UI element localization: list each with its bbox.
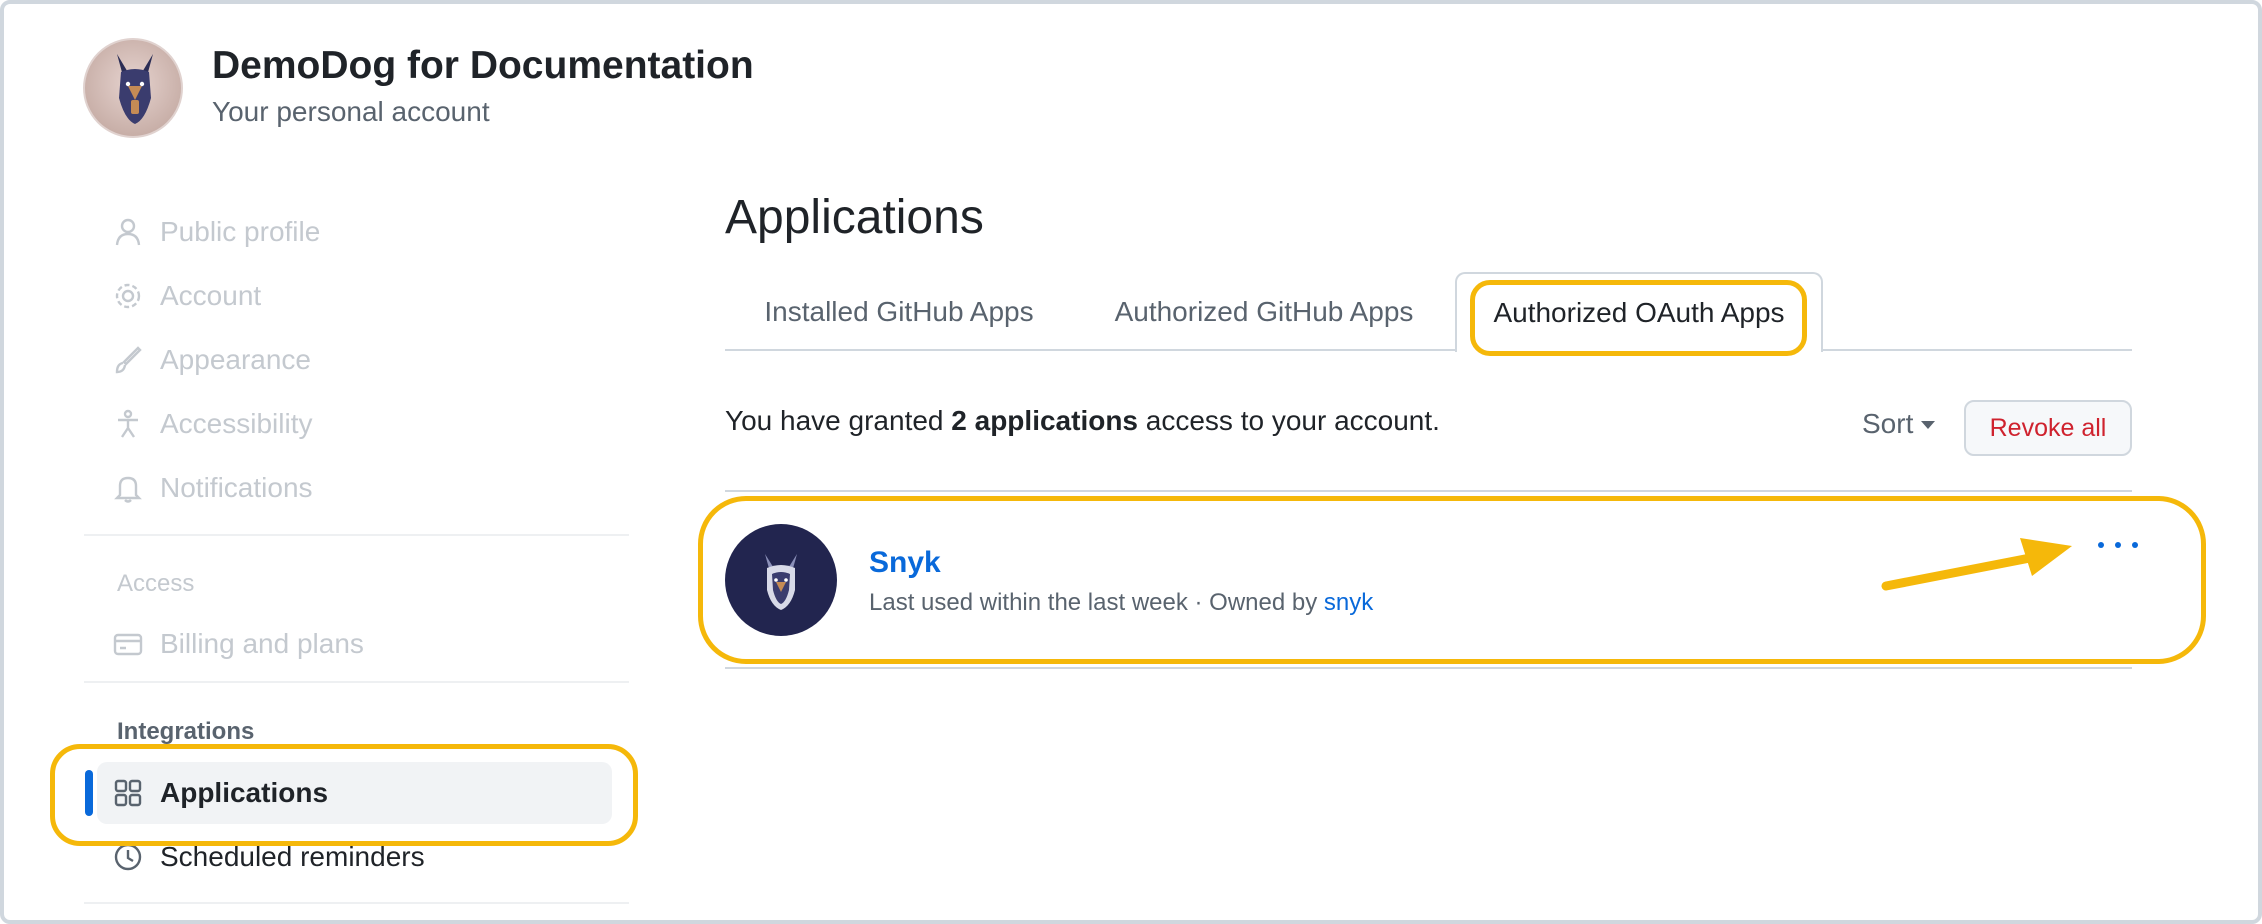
- kebab-dot: [2132, 542, 2138, 548]
- granted-summary: You have granted 2 applications access t…: [725, 405, 1440, 437]
- account-type-label: Your personal account: [212, 96, 490, 127]
- clock-icon: [114, 843, 142, 871]
- revoke-all-button[interactable]: Revoke all: [1964, 400, 2132, 456]
- sidebar-item-scheduled-reminders[interactable]: Scheduled reminders: [112, 835, 425, 879]
- active-item-indicator: [85, 770, 93, 816]
- sort-dropdown[interactable]: Sort: [1862, 408, 1936, 440]
- page-title: Applications: [725, 191, 984, 244]
- list-divider-top: [725, 490, 2132, 492]
- sidebar-divider: [84, 534, 629, 536]
- sidebar-divider: [84, 902, 629, 904]
- more-options-icon[interactable]: [2098, 530, 2138, 560]
- sidebar-item-label: Billing and plans: [160, 628, 364, 659]
- sidebar-item-label: Appearance: [160, 344, 312, 375]
- sidebar-item-billing[interactable]: Billing and plans: [112, 622, 364, 666]
- sidebar-divider: [84, 681, 629, 683]
- app-avatar[interactable]: [725, 524, 837, 636]
- sidebar-section-access: Access: [117, 570, 195, 597]
- granted-suffix: access to your account.: [1145, 405, 1440, 436]
- kebab-dot: [2115, 542, 2121, 548]
- snyk-logo-icon: [765, 554, 797, 610]
- apps-grid-icon: [114, 779, 142, 807]
- doberman-logo-icon: [117, 54, 153, 124]
- list-divider-bottom: [725, 667, 2132, 669]
- sidebar-item-label: Account: [160, 280, 262, 311]
- accessibility-icon: [118, 409, 138, 438]
- granted-prefix: You have granted: [725, 405, 944, 436]
- paintbrush-icon: [115, 346, 142, 374]
- caret-down-icon: [1921, 421, 1936, 429]
- sidebar-item-label: Public profile: [160, 216, 321, 247]
- app-meta-text: Last used within the last week · Owned b…: [869, 589, 1318, 616]
- sort-label: Sort: [1862, 408, 1914, 439]
- sidebar-item-label: Notifications: [160, 472, 313, 503]
- sidebar-section-integrations: Integrations: [117, 718, 255, 745]
- sidebar-item-public-profile[interactable]: Public profile: [112, 210, 320, 254]
- sidebar-item-label: Accessibility: [160, 408, 313, 439]
- gear-icon: [115, 283, 141, 309]
- app-name-link[interactable]: Snyk: [869, 546, 941, 580]
- app-owner-link[interactable]: snyk: [1324, 589, 1373, 616]
- sidebar-item-label: Scheduled reminders: [160, 841, 425, 872]
- app-meta: Last used within the last week · Owned b…: [869, 589, 1373, 617]
- tab-installed-github-apps[interactable]: Installed GitHub Apps: [725, 272, 1073, 352]
- sidebar-item-accessibility[interactable]: Accessibility: [112, 402, 312, 446]
- kebab-dot: [2098, 542, 2104, 548]
- sidebar-item-account[interactable]: Account: [112, 274, 261, 318]
- tab-authorized-github-apps[interactable]: Authorized GitHub Apps: [1090, 272, 1438, 352]
- account-name: DemoDog for Documentation: [212, 44, 754, 87]
- sidebar-item-applications[interactable]: Applications: [112, 771, 328, 815]
- sidebar-item-appearance[interactable]: Appearance: [112, 338, 311, 382]
- tab-authorized-oauth-apps[interactable]: Authorized OAuth Apps: [1455, 272, 1823, 352]
- sidebar-item-label: Applications: [160, 777, 329, 808]
- granted-count: 2 applications: [951, 405, 1138, 436]
- person-icon: [115, 218, 141, 246]
- sidebar-item-notifications[interactable]: Notifications: [112, 466, 313, 510]
- bell-icon: [114, 476, 142, 503]
- credit-card-icon: [113, 633, 143, 656]
- account-avatar[interactable]: [83, 38, 183, 138]
